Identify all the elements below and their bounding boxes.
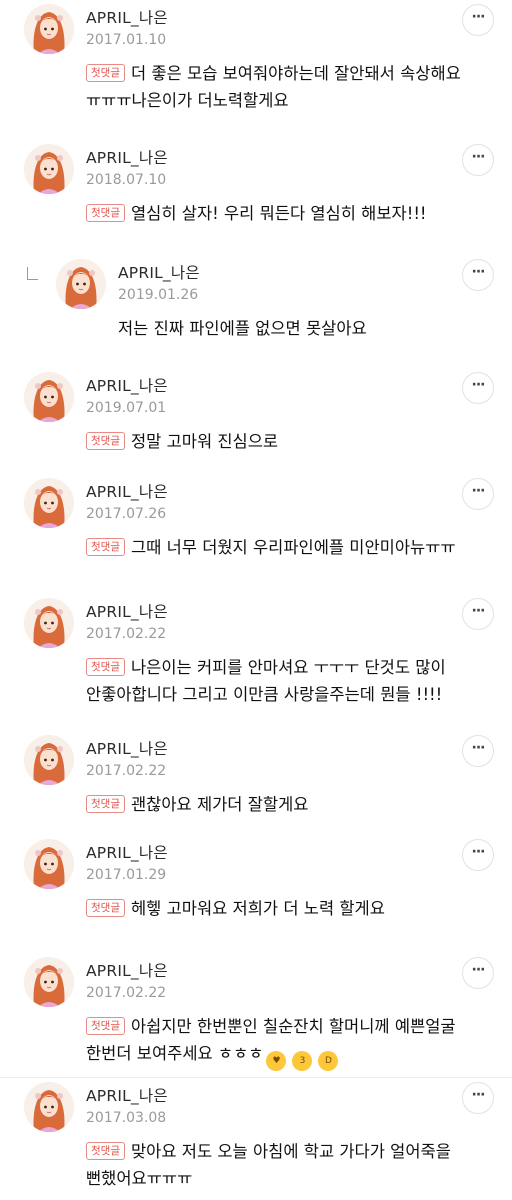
comment-author[interactable]: APRIL_나은 xyxy=(86,841,168,863)
comment-body: 첫댓글 헤헿 고마워요 저희가 더 노력 할게요 xyxy=(86,895,496,922)
avatar[interactable] xyxy=(56,259,106,309)
comment-author[interactable]: APRIL_나은 xyxy=(86,374,168,396)
comment-date: 2018.07.10 xyxy=(86,172,167,188)
more-icon: ··· xyxy=(471,264,486,280)
first-comment-badge: 첫댓글 xyxy=(86,1142,125,1160)
more-options-button[interactable]: ··· xyxy=(462,478,494,510)
comment-date: 2017.02.22 xyxy=(86,985,167,1001)
comment-author[interactable]: APRIL_나은 xyxy=(86,959,168,981)
comment-text: 맞아요 저도 오늘 아침에 학교 가다가 얼어죽을 뻔했어요ㅠㅠㅠ xyxy=(86,1142,451,1188)
comment-author[interactable]: APRIL_나은 xyxy=(118,261,200,283)
first-comment-badge: 첫댓글 xyxy=(86,795,125,813)
more-options-button[interactable]: ··· xyxy=(462,144,494,176)
first-comment-badge: 첫댓글 xyxy=(86,658,125,676)
comment-body: 첫댓글 열심히 살자! 우리 뭐든다 열심히 해보자!!! xyxy=(86,200,496,227)
more-options-button[interactable]: ··· xyxy=(462,839,494,871)
more-icon: ··· xyxy=(471,483,486,499)
comment-body: 첫댓글 그때 너무 더웠지 우리파인에플 미안미아뉴ㅠㅠ xyxy=(86,534,496,561)
comment-list: APRIL_나은 2017.01.10 ··· 첫댓글 더 좋은 모습 보여줘야하… xyxy=(0,0,512,1200)
avatar[interactable] xyxy=(24,478,74,528)
reply-arrow-icon xyxy=(27,267,38,280)
more-options-button[interactable]: ··· xyxy=(462,735,494,767)
avatar[interactable] xyxy=(24,598,74,648)
comment-body: 첫댓글 정말 고마워 진심으로 xyxy=(86,428,496,455)
comment-text: 나은이는 커피를 안마셔요 ㅜㅜㅜ 단것도 많이 안좋아합니다 그리고 이만큼 … xyxy=(86,658,446,704)
comment-date: 2019.07.01 xyxy=(86,400,167,416)
more-icon: ··· xyxy=(471,962,486,978)
more-icon: ··· xyxy=(471,9,486,25)
comment-date: 2019.01.26 xyxy=(118,287,199,303)
heart-eyes-emoji-icon: ♥ xyxy=(266,1051,287,1071)
first-comment-badge: 첫댓글 xyxy=(86,1017,125,1035)
avatar[interactable] xyxy=(24,735,74,785)
more-options-button[interactable]: ··· xyxy=(462,372,494,404)
first-comment-badge: 첫댓글 xyxy=(86,899,125,917)
comment-text: 더 좋은 모습 보여줘야하는데 잘안돼서 속상해요 ㅠㅠㅠ나은이가 더노력할게요 xyxy=(86,64,461,110)
more-icon: ··· xyxy=(471,377,486,393)
comment-body: 저는 진짜 파인에플 없으면 못살아요 xyxy=(118,315,512,342)
comment-author[interactable]: APRIL_나은 xyxy=(86,146,168,168)
more-icon: ··· xyxy=(471,149,486,165)
first-comment-badge: 첫댓글 xyxy=(86,64,125,82)
comment-date: 2017.01.10 xyxy=(86,32,167,48)
comment-text: 정말 고마워 진심으로 xyxy=(130,432,279,451)
more-icon: ··· xyxy=(471,740,486,756)
comment-text: 괜찮아요 제가더 잘할게요 xyxy=(130,795,309,814)
comment-item: APRIL_나은 2017.03.08 ··· 첫댓글 맞아요 저도 오늘 아침에… xyxy=(0,1077,512,1188)
comment-text: 헤헿 고마워요 저희가 더 노력 할게요 xyxy=(130,899,385,918)
avatar[interactable] xyxy=(24,144,74,194)
first-comment-badge: 첫댓글 xyxy=(86,432,125,450)
comment-date: 2017.07.26 xyxy=(86,506,167,522)
comment-author[interactable]: APRIL_나은 xyxy=(86,737,168,759)
comment-body: 첫댓글 나은이는 커피를 안마셔요 ㅜㅜㅜ 단것도 많이 안좋아합니다 그리고 이… xyxy=(86,654,496,708)
comment-author[interactable]: APRIL_나은 xyxy=(86,480,168,502)
comment-body: 첫댓글 더 좋은 모습 보여줘야하는데 잘안돼서 속상해요 ㅠㅠㅠ나은이가 더노력… xyxy=(86,60,496,114)
comment-body: 첫댓글 맞아요 저도 오늘 아침에 학교 가다가 얼어죽을 뻔했어요ㅠㅠㅠ xyxy=(86,1138,496,1192)
grinning-face-emoji-icon: D xyxy=(318,1051,339,1071)
comment-text: 저는 진짜 파인에플 없으면 못살아요 xyxy=(118,319,367,338)
comment-date: 2017.02.22 xyxy=(86,626,167,642)
more-options-button[interactable]: ··· xyxy=(462,259,494,291)
comment-author[interactable]: APRIL_나은 xyxy=(86,1084,168,1106)
avatar[interactable] xyxy=(24,4,74,54)
comment-text: 그때 너무 더웠지 우리파인에플 미안미아뉴ㅠㅠ xyxy=(130,538,456,557)
more-options-button[interactable]: ··· xyxy=(462,598,494,630)
avatar[interactable] xyxy=(24,1082,74,1132)
kissing-face-emoji-icon: 3 xyxy=(292,1051,313,1071)
comment-text: 열심히 살자! 우리 뭐든다 열심히 해보자!!! xyxy=(130,204,427,223)
more-icon: ··· xyxy=(471,1087,486,1103)
comment-body: 첫댓글 괜찮아요 제가더 잘할게요 xyxy=(86,791,496,818)
more-icon: ··· xyxy=(471,603,486,619)
avatar[interactable] xyxy=(24,372,74,422)
comment-date: 2017.01.29 xyxy=(86,867,167,883)
more-options-button[interactable]: ··· xyxy=(462,1082,494,1114)
comment-date: 2017.03.08 xyxy=(86,1110,167,1126)
first-comment-badge: 첫댓글 xyxy=(86,204,125,222)
comment-author[interactable]: APRIL_나은 xyxy=(86,6,168,28)
first-comment-badge: 첫댓글 xyxy=(86,538,125,556)
avatar[interactable] xyxy=(24,839,74,889)
avatar[interactable] xyxy=(24,957,74,1007)
more-icon: ··· xyxy=(471,844,486,860)
more-options-button[interactable]: ··· xyxy=(462,957,494,989)
comment-date: 2017.02.22 xyxy=(86,763,167,779)
more-options-button[interactable]: ··· xyxy=(462,4,494,36)
comment-body: 첫댓글 아쉽지만 한번뿐인 칠순잔치 할머니께 예쁜얼굴 한번더 보여주세요 ㅎㅎ… xyxy=(86,1013,496,1071)
comment-author[interactable]: APRIL_나은 xyxy=(86,600,168,622)
